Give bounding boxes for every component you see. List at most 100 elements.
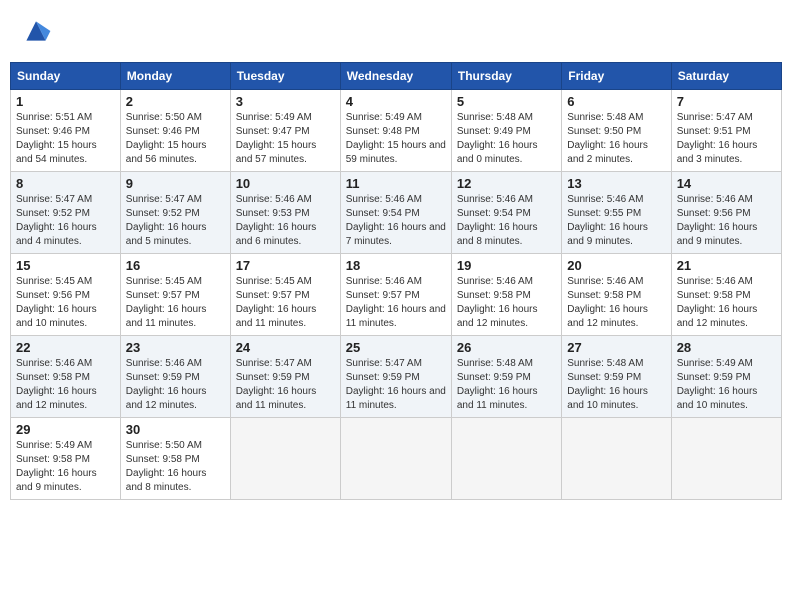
calendar-cell: 22 Sunrise: 5:46 AM Sunset: 9:58 PM Dayl… — [11, 336, 121, 418]
day-number: 4 — [346, 94, 446, 109]
day-number: 17 — [236, 258, 335, 273]
day-number: 6 — [567, 94, 665, 109]
day-info: Sunrise: 5:46 AM Sunset: 9:55 PM Dayligh… — [567, 193, 665, 249]
day-info: Sunrise: 5:51 AM Sunset: 9:46 PM Dayligh… — [16, 111, 115, 167]
day-info: Sunrise: 5:47 AM Sunset: 9:52 PM Dayligh… — [16, 193, 115, 249]
calendar-cell: 12 Sunrise: 5:46 AM Sunset: 9:54 PM Dayl… — [451, 172, 561, 254]
day-info: Sunrise: 5:46 AM Sunset: 9:58 PM Dayligh… — [567, 275, 665, 331]
calendar-cell: 2 Sunrise: 5:50 AM Sunset: 9:46 PM Dayli… — [120, 90, 230, 172]
calendar-cell — [671, 418, 781, 500]
day-number: 7 — [677, 94, 776, 109]
day-info: Sunrise: 5:49 AM Sunset: 9:47 PM Dayligh… — [236, 111, 335, 167]
day-info: Sunrise: 5:46 AM Sunset: 9:54 PM Dayligh… — [346, 193, 446, 249]
calendar-cell: 28 Sunrise: 5:49 AM Sunset: 9:59 PM Dayl… — [671, 336, 781, 418]
day-number: 5 — [457, 94, 556, 109]
day-info: Sunrise: 5:46 AM Sunset: 9:53 PM Dayligh… — [236, 193, 335, 249]
day-info: Sunrise: 5:46 AM Sunset: 9:56 PM Dayligh… — [677, 193, 776, 249]
day-info: Sunrise: 5:49 AM Sunset: 9:48 PM Dayligh… — [346, 111, 446, 167]
day-info: Sunrise: 5:45 AM Sunset: 9:57 PM Dayligh… — [126, 275, 225, 331]
calendar-cell: 13 Sunrise: 5:46 AM Sunset: 9:55 PM Dayl… — [562, 172, 671, 254]
calendar-cell — [340, 418, 451, 500]
calendar-cell: 19 Sunrise: 5:46 AM Sunset: 9:58 PM Dayl… — [451, 254, 561, 336]
day-number: 27 — [567, 340, 665, 355]
day-number: 15 — [16, 258, 115, 273]
calendar-header-row: SundayMondayTuesdayWednesdayThursdayFrid… — [11, 63, 782, 90]
calendar-cell: 18 Sunrise: 5:46 AM Sunset: 9:57 PM Dayl… — [340, 254, 451, 336]
day-info: Sunrise: 5:48 AM Sunset: 9:50 PM Dayligh… — [567, 111, 665, 167]
day-info: Sunrise: 5:50 AM Sunset: 9:58 PM Dayligh… — [126, 439, 225, 495]
day-info: Sunrise: 5:47 AM Sunset: 9:59 PM Dayligh… — [236, 357, 335, 413]
day-number: 9 — [126, 176, 225, 191]
calendar-week-4: 22 Sunrise: 5:46 AM Sunset: 9:58 PM Dayl… — [11, 336, 782, 418]
calendar-cell: 27 Sunrise: 5:48 AM Sunset: 9:59 PM Dayl… — [562, 336, 671, 418]
day-info: Sunrise: 5:48 AM Sunset: 9:49 PM Dayligh… — [457, 111, 556, 167]
calendar-cell: 10 Sunrise: 5:46 AM Sunset: 9:53 PM Dayl… — [230, 172, 340, 254]
day-number: 11 — [346, 176, 446, 191]
header-saturday: Saturday — [671, 63, 781, 90]
calendar-cell: 24 Sunrise: 5:47 AM Sunset: 9:59 PM Dayl… — [230, 336, 340, 418]
day-info: Sunrise: 5:48 AM Sunset: 9:59 PM Dayligh… — [567, 357, 665, 413]
page-header — [10, 10, 782, 52]
day-number: 22 — [16, 340, 115, 355]
day-info: Sunrise: 5:48 AM Sunset: 9:59 PM Dayligh… — [457, 357, 556, 413]
calendar-cell: 20 Sunrise: 5:46 AM Sunset: 9:58 PM Dayl… — [562, 254, 671, 336]
day-number: 21 — [677, 258, 776, 273]
day-info: Sunrise: 5:46 AM Sunset: 9:54 PM Dayligh… — [457, 193, 556, 249]
header-monday: Monday — [120, 63, 230, 90]
day-info: Sunrise: 5:46 AM Sunset: 9:57 PM Dayligh… — [346, 275, 446, 331]
calendar-cell: 25 Sunrise: 5:47 AM Sunset: 9:59 PM Dayl… — [340, 336, 451, 418]
calendar-cell — [230, 418, 340, 500]
calendar-cell: 23 Sunrise: 5:46 AM Sunset: 9:59 PM Dayl… — [120, 336, 230, 418]
header-wednesday: Wednesday — [340, 63, 451, 90]
day-number: 23 — [126, 340, 225, 355]
day-info: Sunrise: 5:47 AM Sunset: 9:51 PM Dayligh… — [677, 111, 776, 167]
header-tuesday: Tuesday — [230, 63, 340, 90]
day-number: 10 — [236, 176, 335, 191]
calendar-cell — [451, 418, 561, 500]
day-info: Sunrise: 5:46 AM Sunset: 9:58 PM Dayligh… — [457, 275, 556, 331]
header-thursday: Thursday — [451, 63, 561, 90]
day-info: Sunrise: 5:46 AM Sunset: 9:58 PM Dayligh… — [677, 275, 776, 331]
calendar-cell: 6 Sunrise: 5:48 AM Sunset: 9:50 PM Dayli… — [562, 90, 671, 172]
day-number: 28 — [677, 340, 776, 355]
day-info: Sunrise: 5:46 AM Sunset: 9:59 PM Dayligh… — [126, 357, 225, 413]
calendar-cell: 14 Sunrise: 5:46 AM Sunset: 9:56 PM Dayl… — [671, 172, 781, 254]
logo-icon — [20, 15, 52, 47]
calendar-cell: 29 Sunrise: 5:49 AM Sunset: 9:58 PM Dayl… — [11, 418, 121, 500]
day-number: 2 — [126, 94, 225, 109]
day-info: Sunrise: 5:45 AM Sunset: 9:57 PM Dayligh… — [236, 275, 335, 331]
day-number: 29 — [16, 422, 115, 437]
day-info: Sunrise: 5:50 AM Sunset: 9:46 PM Dayligh… — [126, 111, 225, 167]
calendar-week-3: 15 Sunrise: 5:45 AM Sunset: 9:56 PM Dayl… — [11, 254, 782, 336]
day-number: 14 — [677, 176, 776, 191]
calendar-cell: 3 Sunrise: 5:49 AM Sunset: 9:47 PM Dayli… — [230, 90, 340, 172]
header-friday: Friday — [562, 63, 671, 90]
calendar-cell: 5 Sunrise: 5:48 AM Sunset: 9:49 PM Dayli… — [451, 90, 561, 172]
calendar-cell: 7 Sunrise: 5:47 AM Sunset: 9:51 PM Dayli… — [671, 90, 781, 172]
day-number: 18 — [346, 258, 446, 273]
logo — [20, 15, 56, 47]
day-number: 24 — [236, 340, 335, 355]
day-number: 1 — [16, 94, 115, 109]
day-number: 8 — [16, 176, 115, 191]
day-number: 13 — [567, 176, 665, 191]
day-number: 19 — [457, 258, 556, 273]
calendar-cell: 4 Sunrise: 5:49 AM Sunset: 9:48 PM Dayli… — [340, 90, 451, 172]
calendar-cell: 26 Sunrise: 5:48 AM Sunset: 9:59 PM Dayl… — [451, 336, 561, 418]
day-info: Sunrise: 5:49 AM Sunset: 9:59 PM Dayligh… — [677, 357, 776, 413]
calendar-week-2: 8 Sunrise: 5:47 AM Sunset: 9:52 PM Dayli… — [11, 172, 782, 254]
calendar-cell: 17 Sunrise: 5:45 AM Sunset: 9:57 PM Dayl… — [230, 254, 340, 336]
day-info: Sunrise: 5:45 AM Sunset: 9:56 PM Dayligh… — [16, 275, 115, 331]
calendar-cell: 15 Sunrise: 5:45 AM Sunset: 9:56 PM Dayl… — [11, 254, 121, 336]
day-info: Sunrise: 5:47 AM Sunset: 9:59 PM Dayligh… — [346, 357, 446, 413]
day-number: 25 — [346, 340, 446, 355]
day-info: Sunrise: 5:47 AM Sunset: 9:52 PM Dayligh… — [126, 193, 225, 249]
calendar-cell: 16 Sunrise: 5:45 AM Sunset: 9:57 PM Dayl… — [120, 254, 230, 336]
calendar-cell — [562, 418, 671, 500]
calendar-cell: 11 Sunrise: 5:46 AM Sunset: 9:54 PM Dayl… — [340, 172, 451, 254]
day-number: 16 — [126, 258, 225, 273]
header-sunday: Sunday — [11, 63, 121, 90]
calendar-cell: 21 Sunrise: 5:46 AM Sunset: 9:58 PM Dayl… — [671, 254, 781, 336]
calendar-cell: 8 Sunrise: 5:47 AM Sunset: 9:52 PM Dayli… — [11, 172, 121, 254]
day-info: Sunrise: 5:49 AM Sunset: 9:58 PM Dayligh… — [16, 439, 115, 495]
